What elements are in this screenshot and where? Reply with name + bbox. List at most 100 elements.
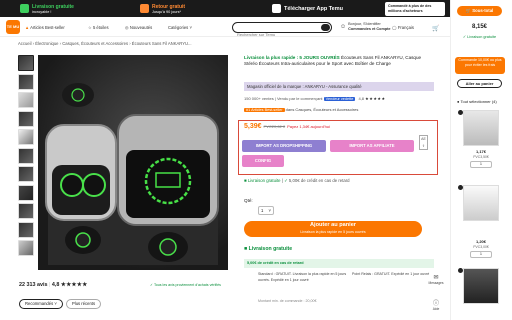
- pin-icon: ⇧: [422, 144, 425, 148]
- add-to-cart-button[interactable]: Ajouter au panier Livraison la plus rapi…: [244, 221, 422, 237]
- chevron-down-icon: ˅: [54, 301, 57, 306]
- promo-livraison-sub: incroyable !: [32, 9, 52, 14]
- chevron-down-icon: ˅: [268, 208, 271, 213]
- subtotal-button[interactable]: 🛒 Sous-total: [457, 6, 502, 16]
- promo-retour[interactable]: Retour gratuit Jusqu'à 90 jours*: [140, 0, 185, 17]
- thumbnail[interactable]: [18, 166, 34, 182]
- promo-bar: Livraison gratuite incroyable ! Retour g…: [0, 0, 512, 17]
- star-icon: ☆: [88, 25, 92, 30]
- promo-app[interactable]: Télécharger App Temu: [272, 0, 343, 17]
- best-seller-text[interactable]: dans Casques, Écouteurs et Accessoires: [286, 107, 359, 112]
- check-icon: ✓: [462, 35, 467, 39]
- check-icon: ✓: [150, 283, 154, 287]
- side-extension-label: AE: [421, 137, 426, 141]
- side-extension-button[interactable]: AE ⇧: [419, 135, 428, 150]
- promo-app-label: Télécharger App Temu: [284, 5, 343, 12]
- cart-item-price: 1,17€: [475, 149, 486, 154]
- product-rating: 4,8: [358, 96, 365, 101]
- import-dropshipping-button[interactable]: IMPORT AS DROPSHIPPING: [242, 140, 326, 152]
- breadcrumb[interactable]: Accueil › Électronique › Casques, Écoute…: [18, 41, 192, 46]
- nav-new-label: Nouveautés: [129, 25, 153, 30]
- thumbnail[interactable]: [18, 184, 34, 201]
- price-pay-today: Payez 1,34€ aujourd'hui: [287, 124, 330, 129]
- temu-logo[interactable]: TE MU: [6, 20, 20, 34]
- thumbnail[interactable]: [18, 129, 34, 145]
- cart-promo-banner: Commande 10,00€ ou plus pour éviter les …: [455, 57, 505, 74]
- nav-five-stars[interactable]: ☆ 5 étoiles: [88, 25, 109, 30]
- nav-language-label: Français: [397, 25, 414, 30]
- verified-note: ✓ Tous les avis proviennent d'achats vér…: [150, 283, 221, 287]
- cart-item-image[interactable]: [463, 185, 499, 221]
- thumb-up-icon: ▲: [25, 25, 30, 30]
- chevron-down-icon: ˅: [189, 25, 192, 30]
- promo-confiance-text: Commandé à plus de des millions d'achete…: [388, 3, 432, 13]
- best-seller-tag: #1 Articles Best-seller: [244, 108, 285, 112]
- filter-recent[interactable]: Plus récents: [66, 299, 102, 309]
- help-label: Aide: [432, 307, 440, 311]
- product-stars[interactable]: ★★★★★: [365, 96, 385, 101]
- import-affiliate-button[interactable]: IMPORT AS AFFILIATE: [330, 140, 414, 152]
- help-icon: ⓘ: [432, 301, 439, 307]
- price-line: 5,39€ PVC20,62 € Payez 1,34€ aujourd'hui: [244, 123, 330, 130]
- thumbnail[interactable]: [18, 73, 34, 90]
- min-order-note: Montant min. de commande : 20,00€: [258, 299, 317, 303]
- thumbnail[interactable]: [18, 92, 34, 108]
- main-product-image[interactable]: [38, 55, 228, 270]
- promo-livraison[interactable]: Livraison gratuite incroyable !: [20, 0, 74, 17]
- help-widget[interactable]: ⓘ Aide: [428, 298, 444, 311]
- add-to-cart-sub: Livraison la plus rapide en 5 jours ouvr…: [300, 230, 366, 234]
- select-all[interactable]: ● Tout sélectionner (4): [457, 99, 497, 104]
- earbuds-illustration: [45, 83, 219, 265]
- price-value: 5,39€: [244, 123, 262, 130]
- nav-account[interactable]: ☺ Bonjour, S'identifier Commandes et Com…: [340, 22, 391, 31]
- nav-categories-label: Catégories: [168, 25, 189, 30]
- cart-free-shipping: ✓ Livraison gratuite: [457, 35, 502, 40]
- thumbnail[interactable]: [18, 203, 34, 219]
- thumbnail[interactable]: [18, 221, 34, 238]
- review-count: 22 313 avis: [19, 282, 48, 288]
- truck-icon: [20, 4, 29, 13]
- messages-widget[interactable]: ✉ Messages: [428, 274, 444, 285]
- vendor-badge[interactable]: Vendeur vedette: [323, 97, 356, 101]
- config-button[interactable]: CONFIG: [242, 155, 284, 167]
- search-bar[interactable]: [232, 22, 332, 39]
- nav-best-sellers[interactable]: ▲ Articles Best-seller: [25, 25, 65, 30]
- filter-recommended[interactable]: Recommandés ˅: [19, 299, 63, 309]
- promo-confiance[interactable]: Commandé à plus de des millions d'achete…: [385, 1, 445, 16]
- nav-new[interactable]: ◎ Nouveautés: [125, 25, 152, 30]
- title-fast-delivery: Livraison la plus rapide : 5 JOURS OUVRÉ…: [244, 55, 340, 60]
- delivery-heading-text: Livraison gratuite: [248, 246, 293, 252]
- search-input[interactable]: [233, 30, 319, 39]
- thumbnail[interactable]: [18, 147, 34, 164]
- truck-icon: ■: [244, 246, 248, 252]
- cart-total: 8,15€: [471, 24, 487, 30]
- sales-line: 150 000+ ventes | Vendu par le commerçan…: [244, 96, 434, 101]
- cart-item-image[interactable]: [463, 110, 499, 146]
- delivery-text: Livraison gratuite: [247, 178, 281, 183]
- ship-standard: Standard : GRATUIT. Livraison la plus ra…: [258, 272, 347, 282]
- nav-best-sellers-label: Articles Best-seller: [30, 25, 65, 30]
- thumbnail[interactable]: [18, 55, 34, 71]
- product-title: Livraison la plus rapide : 5 JOURS OUVRÉ…: [244, 55, 434, 68]
- return-icon: [140, 4, 149, 13]
- promo-livraison-title: Livraison gratuite: [32, 3, 74, 10]
- cart-item-qty[interactable]: 1: [470, 161, 492, 168]
- qty-select[interactable]: 1 ˅: [258, 206, 274, 215]
- official-store-banner[interactable]: Magasin officiel de la marque : ANKARYU …: [244, 82, 434, 91]
- cart-item-price: 1,20€: [475, 239, 486, 244]
- nav-language[interactable]: ◯ Français: [392, 25, 414, 30]
- cart-item-image[interactable]: [463, 268, 499, 304]
- cart-icon[interactable]: 🛒: [432, 25, 439, 32]
- credit-offer-banner: 5,00€ de crédit en cas de retard: [244, 259, 434, 268]
- delivery-line: ■ Livraison gratuite | ✓ 5,00€ de crédit…: [244, 178, 350, 184]
- thumbnail[interactable]: [18, 110, 34, 127]
- nav-five-stars-label: 5 étoiles: [92, 25, 109, 30]
- search-icon[interactable]: [321, 24, 330, 31]
- new-icon: ◎: [125, 25, 129, 30]
- go-to-cart-button[interactable]: Aller au panier: [457, 79, 502, 88]
- nav-categories[interactable]: Catégories ˅: [168, 25, 192, 30]
- thumbnail[interactable]: [18, 240, 34, 256]
- cart-free-shipping-text: Livraison gratuite: [467, 35, 497, 39]
- cart-item-qty[interactable]: 1: [470, 251, 492, 258]
- chat-icon: ✉: [433, 275, 439, 281]
